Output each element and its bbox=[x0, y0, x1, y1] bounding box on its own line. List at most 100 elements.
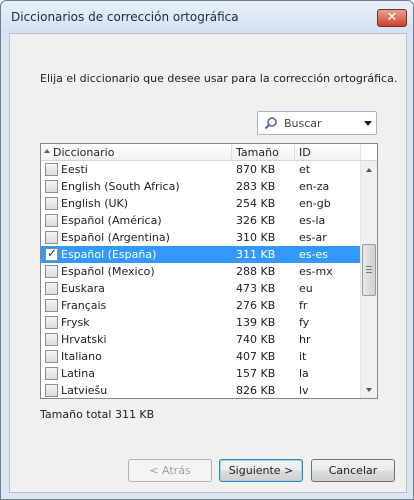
close-icon: ✕ bbox=[386, 10, 398, 25]
list-header: Diccionario Tamaño ID bbox=[41, 144, 361, 161]
dictionary-checkbox[interactable] bbox=[45, 333, 58, 346]
dictionary-id: es-ar bbox=[299, 231, 327, 244]
dictionary-checkbox[interactable] bbox=[45, 316, 58, 329]
search-combobox[interactable]: Buscar bbox=[257, 111, 377, 135]
dictionary-checkbox[interactable] bbox=[45, 163, 58, 176]
dictionary-size: 283 KB bbox=[236, 180, 276, 193]
dictionary-id: lv bbox=[299, 384, 309, 397]
dictionary-checkbox[interactable] bbox=[45, 350, 58, 363]
dictionary-id: hr bbox=[299, 333, 311, 346]
list-item[interactable]: English (UK) 254 KB en-gb bbox=[41, 195, 361, 212]
dictionary-name: English (UK) bbox=[61, 197, 129, 210]
checkmark-icon: ✓ bbox=[47, 246, 58, 260]
grip-icon bbox=[366, 266, 372, 273]
dictionary-name: Frysk bbox=[61, 316, 90, 329]
instruction-text: Elija el diccionario que desee usar para… bbox=[40, 72, 398, 85]
list-item[interactable]: Latina 157 KB la bbox=[41, 365, 361, 382]
scrollbar-thumb[interactable] bbox=[362, 244, 376, 296]
dictionary-id: es-la bbox=[299, 214, 326, 227]
dictionary-size: 407 KB bbox=[236, 350, 276, 363]
dictionary-id: fy bbox=[299, 316, 310, 329]
dictionary-id: es-es bbox=[299, 248, 328, 261]
dictionary-size: 870 KB bbox=[236, 163, 276, 176]
dialog-window: Diccionarios de corrección ortográfica ✕… bbox=[0, 0, 414, 500]
list-item[interactable]: Hrvatski 740 KB hr bbox=[41, 331, 361, 348]
dictionary-size: 326 KB bbox=[236, 214, 276, 227]
search-icon bbox=[264, 117, 277, 130]
dictionary-size: 310 KB bbox=[236, 231, 276, 244]
dictionary-size: 139 KB bbox=[236, 316, 276, 329]
list-item[interactable]: English (South Africa) 283 KB en-za bbox=[41, 178, 361, 195]
column-header-size[interactable]: Tamaño bbox=[236, 146, 279, 159]
dictionary-id: es-mx bbox=[299, 265, 333, 278]
list-item[interactable]: Frysk 139 KB fy bbox=[41, 314, 361, 331]
dictionary-rows: Eesti 870 KB et English (South Africa) 283 K… bbox=[41, 161, 361, 398]
list-item[interactable]: Español (América) 326 KB es-la bbox=[41, 212, 361, 229]
vertical-scrollbar[interactable] bbox=[360, 144, 377, 398]
next-button[interactable]: Siguiente > bbox=[219, 459, 303, 482]
sort-ascending-icon bbox=[44, 149, 50, 153]
column-divider[interactable] bbox=[294, 144, 295, 161]
dictionary-list[interactable]: Diccionario Tamaño ID Eesti 870 KB et Engli… bbox=[40, 143, 378, 399]
dictionary-checkbox[interactable] bbox=[45, 231, 58, 244]
list-item[interactable]: ✓ Español (España) 311 KB es-es bbox=[41, 246, 361, 263]
dictionary-size: 473 KB bbox=[236, 282, 276, 295]
list-item[interactable]: Español (Argentina) 310 KB es-ar bbox=[41, 229, 361, 246]
dictionary-checkbox[interactable]: ✓ bbox=[45, 246, 58, 261]
dictionary-name: Español (América) bbox=[61, 214, 162, 227]
cancel-button[interactable]: Cancelar bbox=[311, 459, 395, 482]
list-item[interactable]: Italiano 407 KB it bbox=[41, 348, 361, 365]
dictionary-name: Español (Mexico) bbox=[61, 265, 155, 278]
dictionary-id: eu bbox=[299, 282, 313, 295]
dictionary-name: Italiano bbox=[61, 350, 102, 363]
dictionary-checkbox[interactable] bbox=[45, 282, 58, 295]
column-header-dictionary[interactable]: Diccionario bbox=[53, 146, 114, 159]
dictionary-name: Español (España) bbox=[61, 248, 157, 261]
dictionary-size: 157 KB bbox=[236, 367, 276, 380]
dictionary-id: la bbox=[299, 367, 309, 380]
dictionary-name: Español (Argentina) bbox=[61, 231, 170, 244]
title-bar[interactable]: Diccionarios de corrección ortográfica ✕ bbox=[1, 1, 413, 33]
window-title: Diccionarios de corrección ortográfica bbox=[11, 10, 239, 24]
dictionary-checkbox[interactable] bbox=[45, 180, 58, 193]
dictionary-name: English (South Africa) bbox=[61, 180, 180, 193]
chevron-down-icon[interactable] bbox=[364, 121, 372, 126]
back-button[interactable]: < Atrás bbox=[128, 459, 212, 482]
dictionary-name: Latina bbox=[61, 367, 95, 380]
dictionary-id: et bbox=[299, 163, 311, 176]
dictionary-name: Français bbox=[61, 299, 107, 312]
dictionary-checkbox[interactable] bbox=[45, 265, 58, 278]
dictionary-size: 288 KB bbox=[236, 265, 276, 278]
dictionary-name: Euskara bbox=[61, 282, 105, 295]
dictionary-size: 311 KB bbox=[236, 248, 276, 261]
dictionary-size: 740 KB bbox=[236, 333, 276, 346]
dictionary-name: Hrvatski bbox=[61, 333, 107, 346]
list-item[interactable]: Euskara 473 KB eu bbox=[41, 280, 361, 297]
dictionary-size: 276 KB bbox=[236, 299, 276, 312]
dictionary-checkbox[interactable] bbox=[45, 214, 58, 227]
dictionary-name: Eesti bbox=[61, 163, 88, 176]
dictionary-id: en-gb bbox=[299, 197, 331, 210]
dictionary-checkbox[interactable] bbox=[45, 384, 58, 397]
scrollbar-header-cap bbox=[361, 144, 377, 161]
total-size-label: Tamaño total 311 KB bbox=[40, 408, 155, 421]
list-item[interactable]: Latviešu 826 KB lv bbox=[41, 382, 361, 398]
column-divider[interactable] bbox=[231, 144, 232, 161]
dictionary-checkbox[interactable] bbox=[45, 299, 58, 312]
list-item[interactable]: Español (Mexico) 288 KB es-mx bbox=[41, 263, 361, 280]
scroll-up-icon[interactable] bbox=[361, 162, 377, 178]
dictionary-size: 254 KB bbox=[236, 197, 276, 210]
dictionary-checkbox[interactable] bbox=[45, 197, 58, 210]
column-header-id[interactable]: ID bbox=[299, 146, 311, 159]
list-item[interactable]: Eesti 870 KB et bbox=[41, 161, 361, 178]
dictionary-checkbox[interactable] bbox=[45, 367, 58, 380]
close-button[interactable]: ✕ bbox=[377, 9, 407, 27]
dictionary-name: Latviešu bbox=[61, 384, 108, 397]
dictionary-id: fr bbox=[299, 299, 308, 312]
dictionary-id: it bbox=[299, 350, 307, 363]
list-item[interactable]: Français 276 KB fr bbox=[41, 297, 361, 314]
search-placeholder: Buscar bbox=[284, 117, 322, 130]
dictionary-size: 826 KB bbox=[236, 384, 276, 397]
dictionary-id: en-za bbox=[299, 180, 330, 193]
scroll-down-icon[interactable] bbox=[361, 382, 377, 398]
